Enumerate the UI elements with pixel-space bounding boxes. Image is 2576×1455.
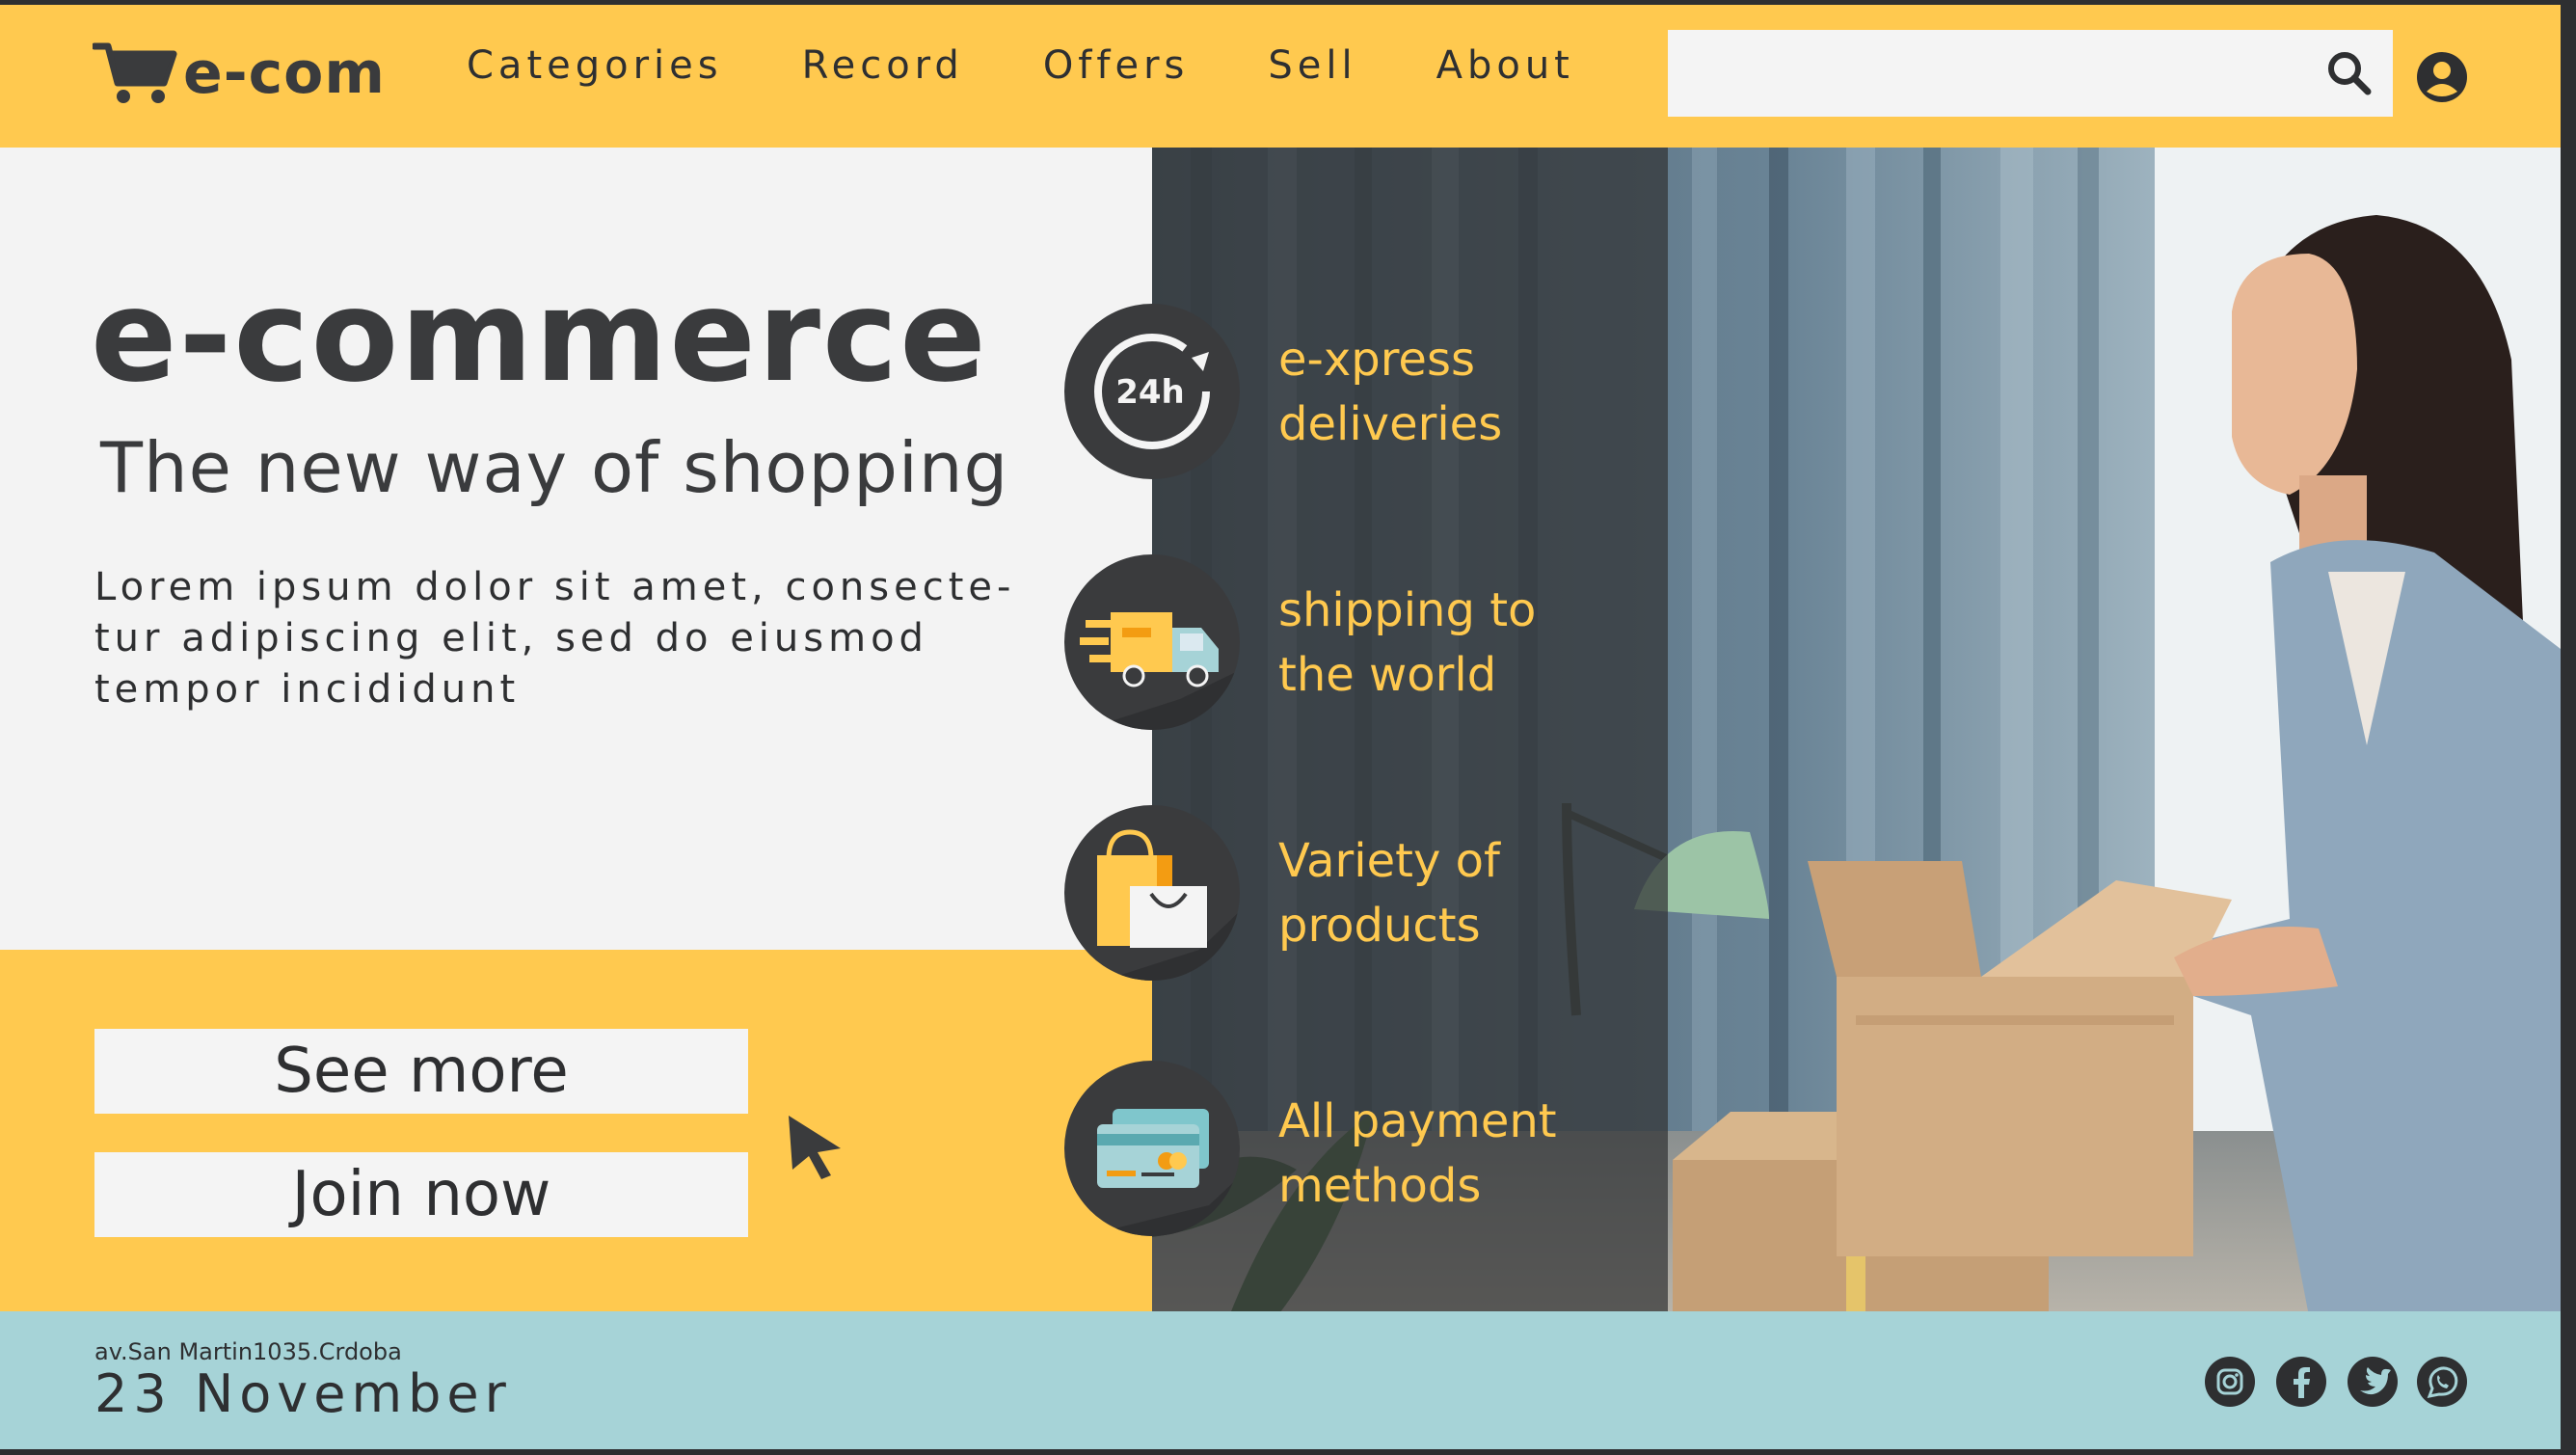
feature-label-line: Variety of [1278, 834, 1500, 888]
feature-label-line: shipping to [1278, 583, 1537, 637]
feature-label-line: the world [1278, 648, 1497, 702]
instagram-icon[interactable] [2204, 1356, 2256, 1408]
feature-express-deliveries: e-xpress deliveries [1278, 328, 1645, 457]
credit-cards-icon [1064, 1061, 1240, 1236]
call-to-action-panel: See more Join now [0, 950, 1152, 1316]
main-nav: Categories Record Offers Sell About [467, 43, 1653, 88]
top-navigation-bar: e-com Categories Record Offers Sell Abou… [0, 5, 2561, 148]
join-now-button[interactable]: Join now [94, 1152, 748, 1237]
shopping-cart-icon [93, 42, 177, 103]
search-bar [1668, 30, 2393, 117]
feature-product-variety: Variety of products [1278, 829, 1645, 958]
nav-item-sell[interactable]: Sell [1268, 43, 1356, 88]
24h-clock-icon: 24h [1064, 304, 1240, 479]
feature-label-line: All payment [1278, 1094, 1557, 1148]
delivery-truck-icon [1064, 554, 1240, 730]
search-input[interactable] [1668, 30, 2294, 117]
search-icon[interactable] [2325, 49, 2374, 97]
hero-description-line: tempor incididunt [94, 667, 521, 712]
hero-subtitle: The new way of shopping [100, 427, 1009, 508]
brand-logo[interactable]: e-com [93, 30, 386, 117]
hero-text-panel: e-commerce The new way of shopping Lorem… [0, 148, 1152, 950]
24h-label: 24h [1115, 373, 1185, 412]
nav-item-offers[interactable]: Offers [1043, 43, 1190, 88]
facebook-icon[interactable] [2275, 1356, 2327, 1408]
mouse-pointer-icon [789, 1116, 841, 1179]
twitter-icon[interactable] [2347, 1356, 2399, 1408]
footer: av.San Martin1035.Crdoba 23 November [0, 1311, 2561, 1449]
hero-description-line: tur adipiscing elit, sed do eiusmod [94, 616, 928, 660]
nav-item-categories[interactable]: Categories [467, 43, 723, 88]
whatsapp-icon[interactable] [2416, 1356, 2468, 1408]
feature-label-line: methods [1278, 1159, 1482, 1213]
see-more-button[interactable]: See more [94, 1029, 748, 1114]
footer-address: av.San Martin1035.Crdoba [94, 1338, 402, 1365]
landing-page: e-com Categories Record Offers Sell Abou… [0, 5, 2561, 1449]
feature-worldwide-shipping: shipping to the world [1278, 579, 1645, 708]
hero-title: e-commerce [91, 262, 988, 411]
feature-label-line: deliveries [1278, 397, 1503, 451]
nav-item-record[interactable]: Record [802, 43, 964, 88]
hero-description: Lorem ipsum dolor sit amet, consecte- tu… [94, 562, 1016, 715]
footer-date: 23 November [94, 1363, 512, 1424]
brand-name: e-com [183, 40, 386, 107]
shopping-bags-icon [1064, 805, 1240, 981]
feature-label-line: products [1278, 899, 1481, 953]
user-account-icon[interactable] [2416, 51, 2468, 103]
hero-description-line: Lorem ipsum dolor sit amet, consecte- [94, 565, 1016, 609]
feature-label-line: e-xpress [1278, 333, 1475, 387]
nav-item-about[interactable]: About [1436, 43, 1574, 88]
feature-payment-methods: All payment methods [1278, 1090, 1645, 1219]
